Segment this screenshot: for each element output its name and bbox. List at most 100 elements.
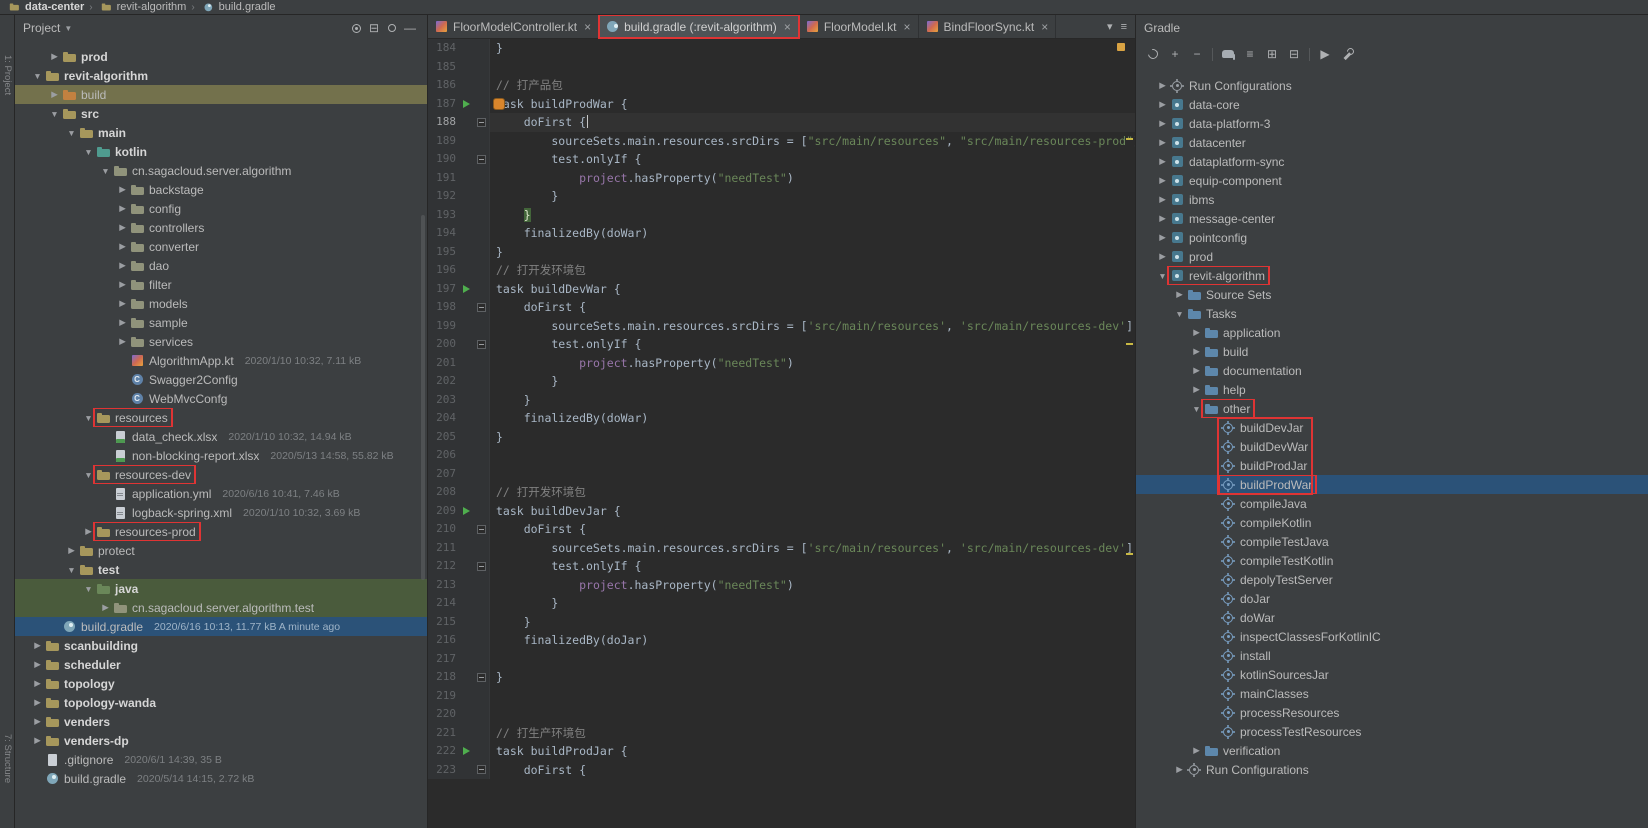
run-gutter[interactable]	[458, 742, 474, 761]
code-text[interactable]: task buildDevWar {	[490, 280, 1135, 299]
fold-gutter[interactable]	[474, 335, 489, 354]
gradle-tree-item-processresources[interactable]: processResources	[1136, 703, 1648, 722]
project-tree-item-filter[interactable]: ▶filter	[15, 275, 427, 294]
tree-collapsed-arrow-icon[interactable]: ▶	[1156, 118, 1169, 129]
tree-expanded-arrow-icon[interactable]: ▼	[65, 128, 78, 138]
code-text[interactable]: doFirst {	[490, 761, 1135, 780]
code-text[interactable]: // 打产品包	[490, 76, 1135, 95]
code-text[interactable]: }	[490, 391, 1135, 410]
breadcrumb-item-data-center[interactable]: data-center	[4, 0, 86, 15]
project-tree-item-test[interactable]: ▼test	[15, 560, 427, 579]
code-text[interactable]: // 打生产环境包	[490, 724, 1135, 743]
project-tree-item-resources-dev[interactable]: ▼resources-dev	[15, 465, 427, 484]
tree-collapsed-arrow-icon[interactable]: ▶	[116, 317, 129, 328]
collapse-all-icon[interactable]: ⊟	[365, 19, 383, 37]
tree-collapsed-arrow-icon[interactable]: ▶	[31, 659, 44, 670]
run-task-icon[interactable]	[463, 507, 470, 515]
gradle-tree-item-inspectclassesforkotlinic[interactable]: inspectClassesForKotlinIC	[1136, 627, 1648, 646]
tree-expanded-arrow-icon[interactable]: ▼	[1156, 271, 1169, 281]
tree-collapsed-arrow-icon[interactable]: ▶	[116, 336, 129, 347]
tree-collapsed-arrow-icon[interactable]: ▶	[1190, 745, 1203, 756]
code-text[interactable]: }	[490, 243, 1135, 262]
tree-collapsed-arrow-icon[interactable]: ▶	[1156, 156, 1169, 167]
code-text[interactable]	[490, 446, 1135, 465]
gradle-tree-item-application[interactable]: ▶application	[1136, 323, 1648, 342]
gradle-tree-item-datacenter[interactable]: ▶datacenter	[1136, 133, 1648, 152]
code-text[interactable]: sourceSets.main.resources.srcDirs = ['sr…	[490, 539, 1135, 558]
gradle-expand-all-icon[interactable]: ⊞	[1261, 44, 1283, 64]
tree-collapsed-arrow-icon[interactable]: ▶	[116, 241, 129, 252]
project-tree-item-venders-dp[interactable]: ▶venders-dp	[15, 731, 427, 750]
code-text[interactable]: // 打开发环境包	[490, 483, 1135, 502]
tree-collapsed-arrow-icon[interactable]: ▶	[1173, 289, 1186, 300]
code-text[interactable]: finalizedBy(doWar)	[490, 224, 1135, 243]
run-gutter[interactable]	[458, 95, 474, 114]
project-tree-item-converter[interactable]: ▶converter	[15, 237, 427, 256]
gradle-tree-item-source-sets[interactable]: ▶Source Sets	[1136, 285, 1648, 304]
code-text[interactable]: test.onlyIf {	[490, 557, 1135, 576]
gradle-filter-icon[interactable]: ≡	[1239, 44, 1261, 64]
gradle-tree-item-depolytestserver[interactable]: depolyTestServer	[1136, 570, 1648, 589]
tree-expanded-arrow-icon[interactable]: ▼	[82, 413, 95, 423]
tree-collapsed-arrow-icon[interactable]: ▶	[31, 735, 44, 746]
gradle-tree-item-run-configurations[interactable]: ▶Run Configurations	[1136, 760, 1648, 779]
tab-close-icon[interactable]: ×	[584, 20, 591, 34]
code-text[interactable]: // 打开发环境包	[490, 261, 1135, 280]
tree-collapsed-arrow-icon[interactable]: ▶	[31, 678, 44, 689]
project-tree-item-resources[interactable]: ▼resources	[15, 408, 427, 427]
warning-stripe-mark[interactable]	[1126, 553, 1133, 555]
gradle-tree-item-builddevwar[interactable]: buildDevWar	[1136, 437, 1648, 456]
tree-collapsed-arrow-icon[interactable]: ▶	[31, 716, 44, 727]
code-text[interactable]: test.onlyIf {	[490, 335, 1135, 354]
fold-icon[interactable]	[477, 118, 486, 127]
tree-collapsed-arrow-icon[interactable]: ▶	[1156, 175, 1169, 186]
gradle-run-icon[interactable]: ▶	[1314, 44, 1336, 64]
fold-gutter[interactable]	[474, 520, 489, 539]
project-tree-item-non-blocking-report-xlsx[interactable]: non-blocking-report.xlsx2020/5/13 14:58,…	[15, 446, 427, 465]
project-tree-item-main[interactable]: ▼main	[15, 123, 427, 142]
project-tree-item-topology[interactable]: ▶topology	[15, 674, 427, 693]
gradle-tree-item-dataplatform-sync[interactable]: ▶dataplatform-sync	[1136, 152, 1648, 171]
run-task-icon[interactable]	[463, 747, 470, 755]
gradle-tree-item-data-core[interactable]: ▶data-core	[1136, 95, 1648, 114]
tree-collapsed-arrow-icon[interactable]: ▶	[116, 184, 129, 195]
tree-expanded-arrow-icon[interactable]: ▼	[65, 565, 78, 575]
run-gutter[interactable]	[458, 280, 474, 299]
gradle-tree-item-data-platform-3[interactable]: ▶data-platform-3	[1136, 114, 1648, 133]
tree-collapsed-arrow-icon[interactable]: ▶	[116, 222, 129, 233]
code-text[interactable]: finalizedBy(doJar)	[490, 631, 1135, 650]
code-text[interactable]: task buildProdWar {	[490, 95, 1135, 114]
project-tree-item-controllers[interactable]: ▶controllers	[15, 218, 427, 237]
project-tree-item-cn-sagacloud-server-algorithm-test[interactable]: ▶cn.sagacloud.server.algorithm.test	[15, 598, 427, 617]
project-tree-item-cn-sagacloud-server-algorithm[interactable]: ▼cn.sagacloud.server.algorithm	[15, 161, 427, 180]
tree-collapsed-arrow-icon[interactable]: ▶	[116, 279, 129, 290]
settings-icon[interactable]	[383, 19, 401, 37]
project-tree-item-build[interactable]: ▶build	[15, 85, 427, 104]
tree-collapsed-arrow-icon[interactable]: ▶	[31, 697, 44, 708]
code-text[interactable]: project.hasProperty("needTest")	[490, 169, 1135, 188]
warning-stripe-mark[interactable]	[1126, 138, 1133, 140]
run-task-icon[interactable]	[463, 100, 470, 108]
project-tree-item-dao[interactable]: ▶dao	[15, 256, 427, 275]
tree-collapsed-arrow-icon[interactable]: ▶	[1156, 99, 1169, 110]
gradle-tree-item-buildprodjar[interactable]: buildProdJar	[1136, 456, 1648, 475]
fold-icon[interactable]	[477, 340, 486, 349]
gradle-tree-item-build[interactable]: ▶build	[1136, 342, 1648, 361]
project-tree-item-backstage[interactable]: ▶backstage	[15, 180, 427, 199]
tree-expanded-arrow-icon[interactable]: ▼	[1173, 309, 1186, 319]
fold-icon[interactable]	[477, 562, 486, 571]
fold-icon[interactable]	[477, 155, 486, 164]
project-tree-item-topology-wanda[interactable]: ▶topology-wanda	[15, 693, 427, 712]
code-text[interactable]: project.hasProperty("needTest")	[490, 354, 1135, 373]
chevron-down-icon[interactable]: ▼	[64, 24, 72, 33]
run-gutter[interactable]	[458, 502, 474, 521]
code-text[interactable]: }	[490, 428, 1135, 447]
gradle-refresh-icon[interactable]	[1142, 44, 1164, 64]
code-text[interactable]: sourceSets.main.resources.srcDirs = ["sr…	[490, 132, 1135, 151]
code-text[interactable]: project.hasProperty("needTest")	[490, 576, 1135, 595]
hide-icon[interactable]: —	[401, 19, 419, 37]
code-text[interactable]: }	[490, 39, 1135, 58]
gradle-tree-item-prod[interactable]: ▶prod	[1136, 247, 1648, 266]
gradle-tree-item-compiletestkotlin[interactable]: compileTestKotlin	[1136, 551, 1648, 570]
project-tree-item-java[interactable]: ▼java	[15, 579, 427, 598]
